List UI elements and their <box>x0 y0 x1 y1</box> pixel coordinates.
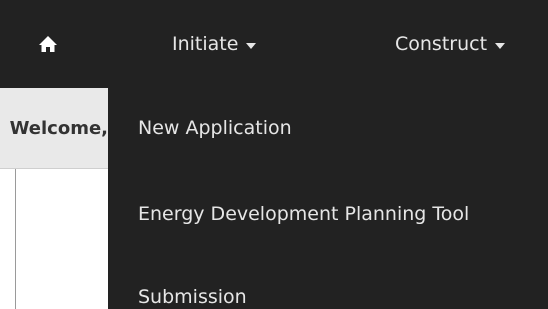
caret-down-icon <box>246 42 257 49</box>
home-icon <box>38 34 58 54</box>
menu-item-label: Submission <box>138 286 247 308</box>
welcome-text: Welcome, <box>9 117 108 139</box>
nav-construct-label: Construct <box>395 33 488 55</box>
caret-down-icon <box>495 42 506 49</box>
content-left-border <box>15 169 16 309</box>
app-root: Initiate Construct Welcome, New Applicat… <box>0 0 548 309</box>
nav-initiate-menu[interactable]: Initiate <box>172 0 257 88</box>
home-button[interactable] <box>0 0 96 88</box>
menu-item-new-application[interactable]: New Application <box>108 108 548 148</box>
menu-item-label: Energy Development Planning Tool <box>138 203 470 225</box>
menu-item-energy-development-planning-tool[interactable]: Energy Development Planning Tool <box>108 194 548 234</box>
menu-item-submission[interactable]: Submission <box>108 277 548 309</box>
top-navbar: Initiate Construct <box>0 0 548 88</box>
nav-initiate-label: Initiate <box>172 33 239 55</box>
menu-item-label: New Application <box>138 117 292 139</box>
initiate-dropdown-menu: New Application Energy Development Plann… <box>108 88 548 309</box>
nav-construct-menu[interactable]: Construct <box>395 0 506 88</box>
